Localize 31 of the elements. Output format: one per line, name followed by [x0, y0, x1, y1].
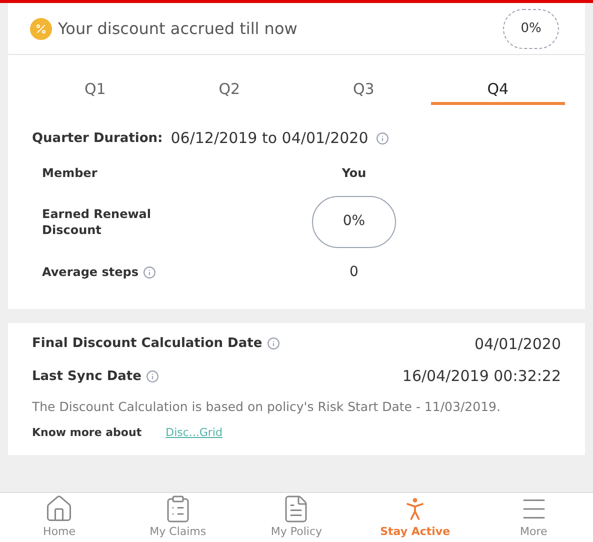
nav-tab[interactable]: My Policy	[237, 493, 356, 542]
calculation-note: The Discount Calculation is based on policy's Risk Start Date - 11/03/2019.	[32, 398, 502, 414]
date-value: 04/01/2020	[474, 334, 561, 354]
percent-icon	[30, 18, 52, 40]
quarter-tab[interactable]: Q2	[162, 77, 296, 105]
date-label: Final Discount Calculation Date	[32, 335, 262, 353]
discount-grid-link[interactable]: Disc...Grid	[166, 424, 222, 441]
info-icon[interactable]	[267, 337, 280, 350]
earned-discount-label: Earned Renewal Discount	[42, 206, 152, 238]
nav-tab[interactable]: Home	[0, 493, 119, 542]
quarter-tab[interactable]: Q1	[28, 77, 162, 105]
quarter-label: Quarter Duration:	[32, 130, 163, 148]
nav-tab[interactable]: My Claims	[118, 493, 238, 542]
know-more-label: Know more about	[32, 424, 142, 440]
info-icon[interactable]	[142, 266, 156, 278]
nav-tab[interactable]: More	[474, 493, 593, 542]
discount-value: 0%	[503, 8, 559, 48]
info-icon[interactable]	[146, 370, 160, 383]
member-label: Member	[42, 164, 98, 182]
average-steps-value: 0	[348, 262, 360, 282]
date-value: 16/04/2019 00:32:22	[402, 366, 561, 387]
discount-label: Your discount accrued till now	[58, 18, 298, 40]
quarter-tab[interactable]: Q3	[296, 77, 431, 105]
info-icon[interactable]	[376, 132, 390, 145]
nav-tab[interactable]: Stay Active	[356, 493, 474, 542]
average-steps-label: Average steps	[42, 264, 138, 281]
date-label: Last Sync Date	[32, 368, 142, 386]
member-value: You	[340, 164, 368, 182]
quarter-dates: 06/12/2019 to 04/01/2020	[170, 128, 368, 149]
quarter-tab[interactable]: Q4	[430, 77, 565, 105]
earned-discount-value: 0%	[312, 196, 396, 248]
